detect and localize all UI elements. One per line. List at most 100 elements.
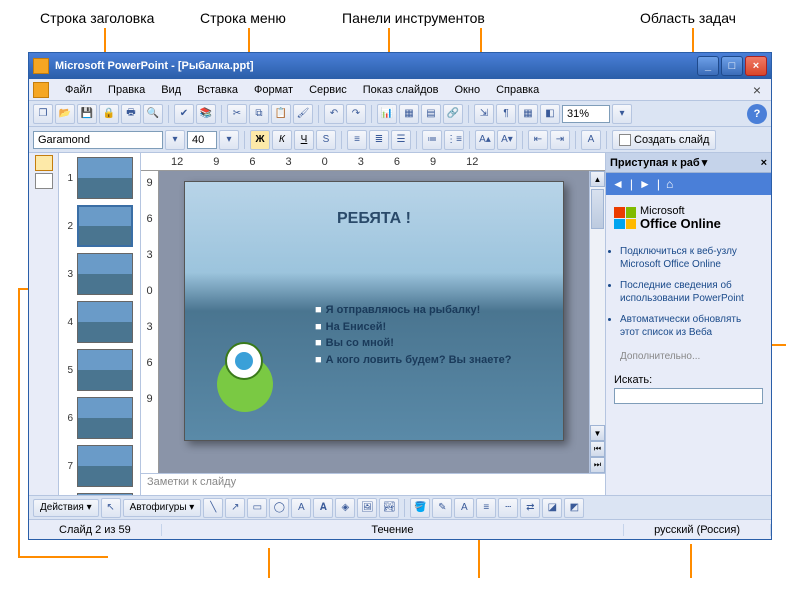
bullet-list-icon[interactable]: ⋮≡ — [444, 130, 464, 150]
font-color-draw-icon[interactable]: A — [454, 498, 474, 518]
bold-button[interactable]: Ж — [250, 130, 270, 150]
copy-icon[interactable]: ⧉ — [249, 104, 269, 124]
menu-format[interactable]: Формат — [246, 82, 301, 98]
research-icon[interactable]: 📚 — [196, 104, 216, 124]
chart-icon[interactable]: 📊 — [377, 104, 397, 124]
dash-style-icon[interactable]: ┄ — [498, 498, 518, 518]
arrow-style-icon[interactable]: ⇄ — [520, 498, 540, 518]
decrease-indent-icon[interactable]: ⇤ — [528, 130, 548, 150]
bullet-item[interactable]: Я отправляюсь на рыбалку! — [315, 302, 511, 319]
slide-canvas[interactable]: РЕБЯТА ! Я отправляюсь на рыбалку!На Ени… — [159, 171, 589, 473]
shadow-button[interactable]: S — [316, 130, 336, 150]
menu-window[interactable]: Окно — [447, 82, 489, 98]
permission-icon[interactable]: 🔒 — [99, 104, 119, 124]
zoom-input[interactable] — [562, 105, 610, 123]
print-icon[interactable]: 🖶 — [121, 104, 141, 124]
color-icon[interactable]: ◧ — [540, 104, 560, 124]
hyperlink-icon[interactable]: 🔗 — [443, 104, 463, 124]
open-icon[interactable]: 📂 — [55, 104, 75, 124]
arrow-icon[interactable]: ↗ — [225, 498, 245, 518]
task-pane-close-icon[interactable]: × — [761, 157, 767, 169]
task-more-link[interactable]: Дополнительно... — [606, 351, 771, 370]
3d-style-icon[interactable]: ◩ — [564, 498, 584, 518]
task-link[interactable]: Автоматически обновлять этот список из В… — [620, 313, 763, 339]
clipart-icon[interactable]: 🖼 — [357, 498, 377, 518]
menu-tools[interactable]: Сервис — [301, 82, 355, 98]
scroll-down-icon[interactable]: ▼ — [590, 425, 605, 441]
bullet-item[interactable]: Вы со мной! — [315, 335, 511, 352]
line-style-icon[interactable]: ≡ — [476, 498, 496, 518]
increase-font-icon[interactable]: A▴ — [475, 130, 495, 150]
tables-borders-icon[interactable]: ▤ — [421, 104, 441, 124]
thumb-row[interactable]: 5 — [61, 349, 138, 391]
numbered-list-icon[interactable]: ≔ — [422, 130, 442, 150]
scroll-thumb[interactable] — [591, 189, 604, 229]
thumb[interactable] — [77, 301, 133, 343]
thumb-row[interactable]: 2 — [61, 205, 138, 247]
close-button[interactable]: × — [745, 56, 767, 76]
italic-button[interactable]: К — [272, 130, 292, 150]
scroll-up-icon[interactable]: ▲ — [590, 171, 605, 187]
title-bar[interactable]: Microsoft PowerPoint - [Рыбалка.ppt] _ □… — [29, 53, 771, 79]
slide[interactable]: РЕБЯТА ! Я отправляюсь на рыбалку!На Ени… — [184, 181, 564, 441]
thumb[interactable] — [77, 253, 133, 295]
select-icon[interactable]: ↖ — [101, 498, 121, 518]
redo-icon[interactable]: ↷ — [346, 104, 366, 124]
maximize-button[interactable]: □ — [721, 56, 743, 76]
next-slide-icon[interactable]: ⏭ — [590, 457, 605, 473]
new-icon[interactable]: ❐ — [33, 104, 53, 124]
increase-indent-icon[interactable]: ⇥ — [550, 130, 570, 150]
task-fwd-icon[interactable]: ► — [639, 177, 651, 191]
menu-edit[interactable]: Правка — [100, 82, 153, 98]
menu-help[interactable]: Справка — [488, 82, 547, 98]
paste-icon[interactable]: 📋 — [271, 104, 291, 124]
font-dropdown-icon[interactable]: ▾ — [165, 130, 185, 150]
menu-insert[interactable]: Вставка — [189, 82, 246, 98]
normal-view-icon[interactable] — [35, 155, 53, 171]
shadow-style-icon[interactable]: ◪ — [542, 498, 562, 518]
system-menu-icon[interactable] — [33, 82, 49, 98]
expand-icon[interactable]: ⇲ — [474, 104, 494, 124]
menu-slideshow[interactable]: Показ слайдов — [355, 82, 447, 98]
align-left-icon[interactable]: ≡ — [347, 130, 367, 150]
table-icon[interactable]: ▦ — [399, 104, 419, 124]
task-home-icon[interactable]: ⌂ — [666, 177, 673, 191]
cut-icon[interactable]: ✂ — [227, 104, 247, 124]
undo-icon[interactable]: ↶ — [324, 104, 344, 124]
thumb[interactable] — [77, 397, 133, 439]
prev-slide-icon[interactable]: ⏮ — [590, 441, 605, 457]
spelling-icon[interactable]: ✔ — [174, 104, 194, 124]
menu-view[interactable]: Вид — [153, 82, 189, 98]
thumb-row[interactable]: 1 — [61, 157, 138, 199]
outline-view-icon[interactable] — [35, 173, 53, 189]
doc-close-icon[interactable]: × — [747, 82, 767, 98]
align-right-icon[interactable]: ☰ — [391, 130, 411, 150]
line-color-icon[interactable]: ✎ — [432, 498, 452, 518]
slide-bullets[interactable]: Я отправляюсь на рыбалку!На Енисей!Вы со… — [315, 302, 511, 368]
align-center-icon[interactable]: ≣ — [369, 130, 389, 150]
grid-icon[interactable]: ▦ — [518, 104, 538, 124]
thumb-row[interactable]: 7 — [61, 445, 138, 487]
task-search-input[interactable] — [614, 388, 763, 404]
textbox-icon[interactable]: A — [291, 498, 311, 518]
diagram-icon[interactable]: ◈ — [335, 498, 355, 518]
preview-icon[interactable]: 🔍 — [143, 104, 163, 124]
task-link[interactable]: Подключиться к веб-узлу Microsoft Office… — [620, 245, 763, 271]
decrease-font-icon[interactable]: A▾ — [497, 130, 517, 150]
oval-icon[interactable]: ◯ — [269, 498, 289, 518]
task-link[interactable]: Последние сведения об использовании Powe… — [620, 279, 763, 305]
vertical-scrollbar[interactable]: ▲ ▼ ⏮ ⏭ — [589, 171, 605, 473]
format-painter-icon[interactable]: 🖌 — [293, 104, 313, 124]
font-name-input[interactable] — [33, 131, 163, 149]
thumb[interactable] — [77, 349, 133, 391]
notes-pane[interactable]: Заметки к слайду — [141, 473, 605, 495]
minimize-button[interactable]: _ — [697, 56, 719, 76]
thumb[interactable] — [77, 445, 133, 487]
rectangle-icon[interactable]: ▭ — [247, 498, 267, 518]
size-dropdown-icon[interactable]: ▾ — [219, 130, 239, 150]
thumb[interactable] — [77, 157, 133, 199]
line-icon[interactable]: ╲ — [203, 498, 223, 518]
thumb-row[interactable]: 3 — [61, 253, 138, 295]
font-size-input[interactable] — [187, 131, 217, 149]
fill-color-icon[interactable]: 🪣 — [410, 498, 430, 518]
